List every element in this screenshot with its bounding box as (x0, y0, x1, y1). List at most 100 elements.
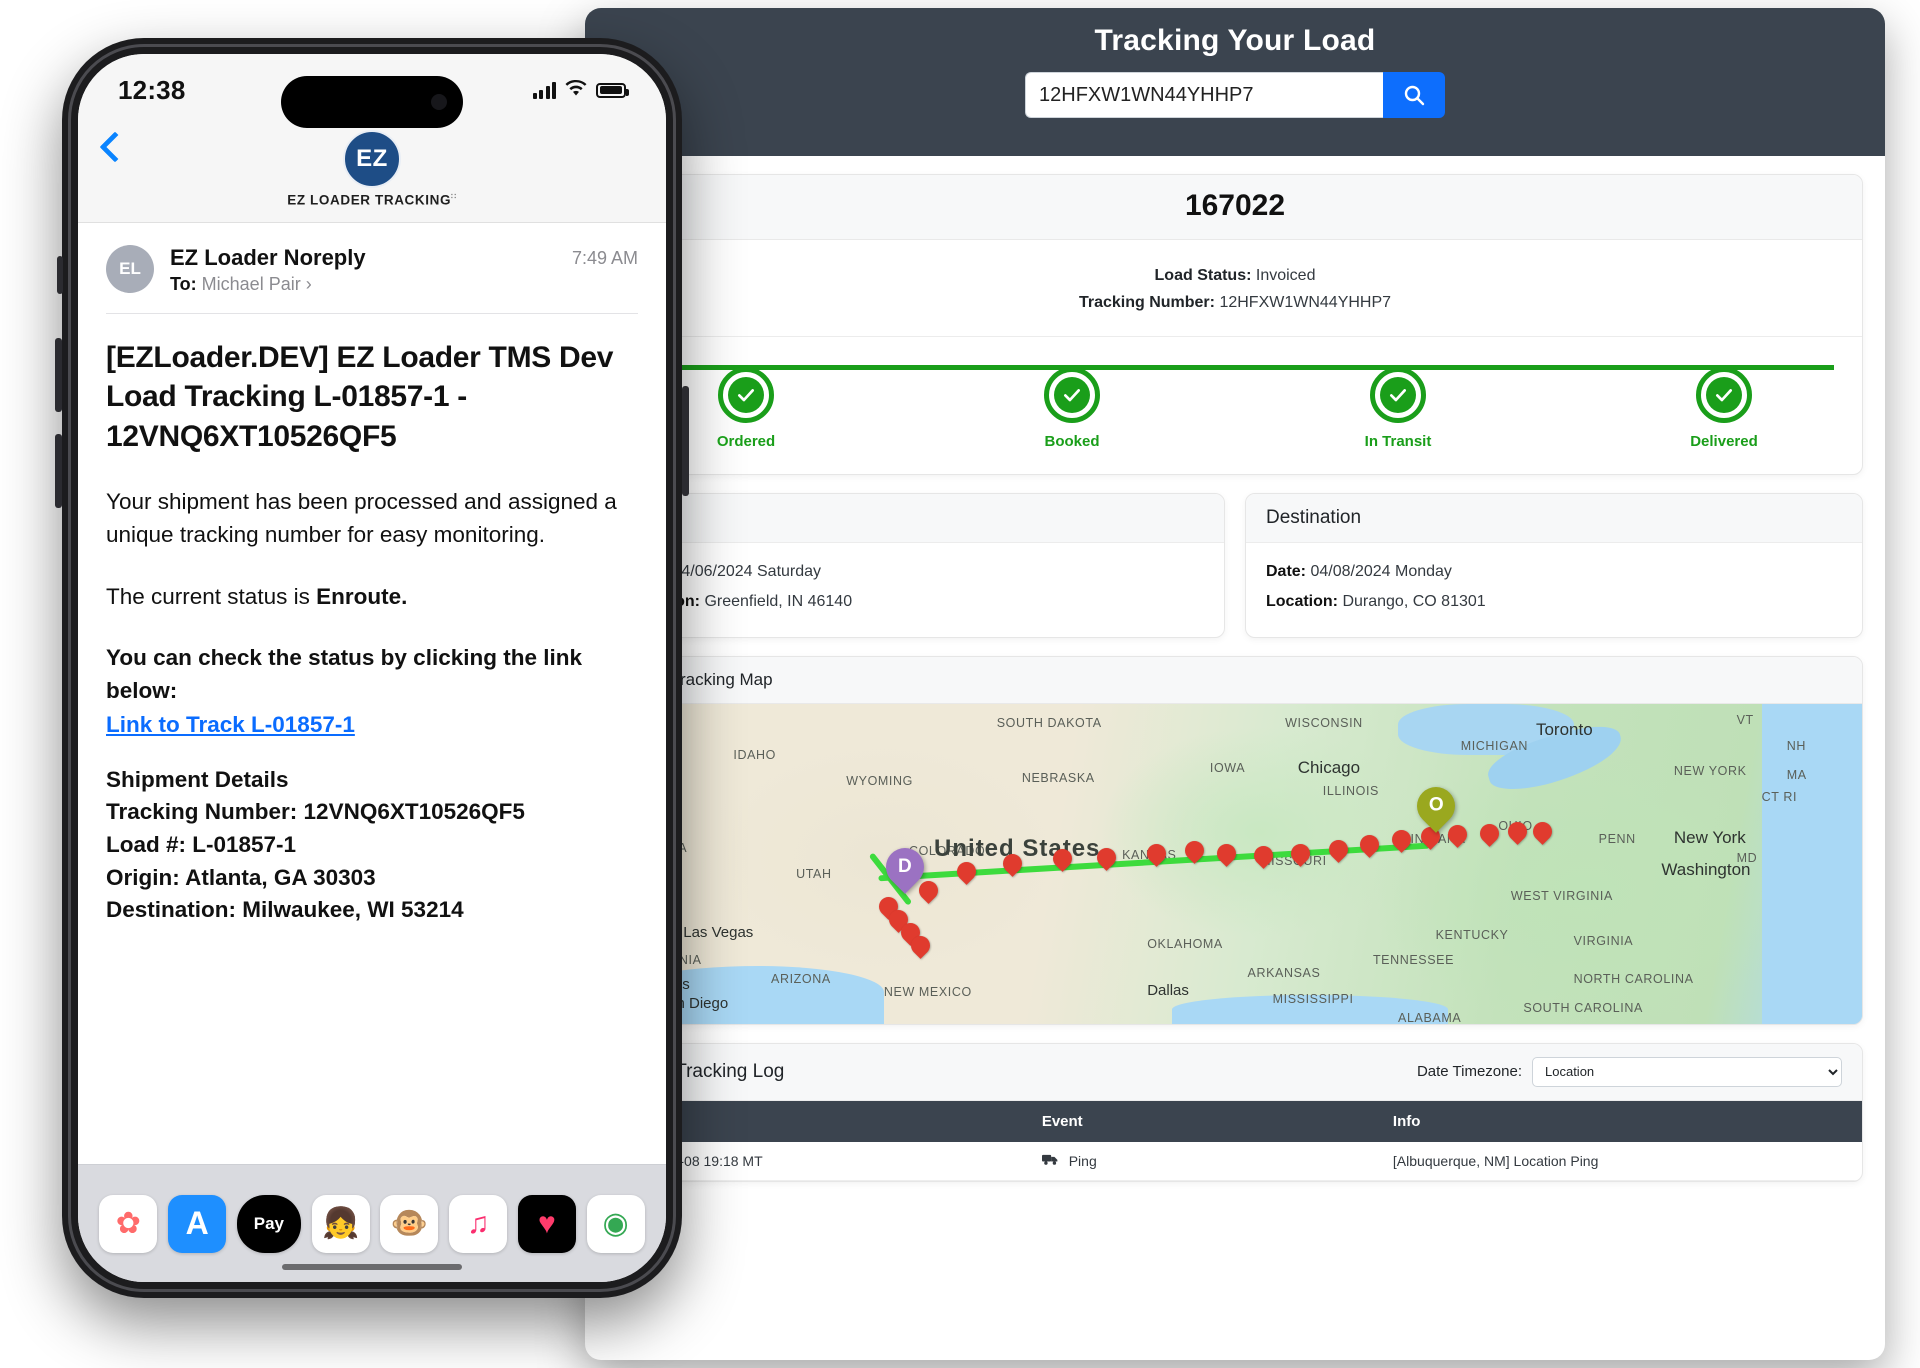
status-summary: Load Status: Invoiced Tracking Number: 1… (608, 240, 1862, 322)
map-city-label: Chicago (1297, 757, 1361, 777)
cellular-bars-icon (532, 81, 556, 99)
track-link[interactable]: Link to Track L-01857-1 (106, 712, 355, 738)
progress-step-in-transit[interactable]: In Transit (1338, 367, 1458, 450)
shipment-details: Shipment Details Tracking Number: 12VNQ6… (106, 764, 638, 927)
check-circle-icon (718, 367, 774, 424)
shipment-detail-tracking-number: Tracking Number: 12VNQ6XT10526QF5 (106, 799, 525, 825)
mail-body: [EZLoader.DEV] EZ Loader TMS Dev Load Tr… (78, 314, 666, 937)
map-state-label: NH (1786, 738, 1807, 753)
origin-date-value: 04/06/2024 Saturday (672, 563, 822, 581)
load-tracking-log-card: Load Tracking Log Date Timezone: Locatio… (607, 1042, 1863, 1182)
memoji-monkey-icon[interactable]: 🐵 (380, 1194, 439, 1253)
map-state-label: VT (1736, 713, 1754, 728)
recipient-row[interactable]: To: Michael Pair › (170, 274, 556, 295)
tracking-number-value: 12HFXW1WN44YHHP7 (1219, 294, 1392, 312)
destination-card: Destination Date: 04/08/2024 Monday Loca… (1245, 493, 1863, 638)
map-state-label: ARKANSAS (1247, 965, 1321, 980)
map-origin-marker-label: O (1428, 794, 1444, 816)
shipment-detail-origin: Origin: Atlanta, GA 30303 (106, 864, 376, 890)
chrome-icon[interactable]: ◉ (586, 1194, 645, 1253)
tracking-number-search-input[interactable] (1025, 72, 1383, 118)
silence-switch[interactable] (57, 256, 63, 294)
check-circle-icon (1696, 367, 1752, 424)
destination-location-value: Durango, CO 81301 (1342, 592, 1486, 610)
map-state-label: SOUTH CAROLINA (1523, 1001, 1643, 1016)
tracking-number-label: Tracking Number: (1078, 294, 1215, 312)
page-title: Tracking Your Load (1094, 24, 1376, 57)
mail-cta-text: You can check the status by clicking the… (106, 641, 638, 708)
search-button[interactable] (1383, 72, 1445, 118)
shipment-detail-destination: Destination: Milwaukee, WI 53214 (106, 897, 464, 923)
map-city-label: Washington (1661, 860, 1751, 880)
map-city-label: Las Vegas (683, 924, 754, 942)
origin-destination-row: Origin Date: 04/06/2024 Saturday Locatio… (607, 493, 1863, 638)
tracking-map[interactable]: IDAHO WYOMING SOUTH DAKOTA WISCONSIN MIC… (608, 703, 1862, 1024)
mail-nav-bar: EZ EZ LOADER TRACKING∷ (78, 126, 666, 223)
map-state-label: IDAHO (733, 748, 776, 763)
check-circle-icon (1044, 367, 1100, 424)
map-city-label: Toronto (1535, 719, 1593, 739)
apple-pay-icon[interactable]: Pay (236, 1194, 301, 1253)
map-city-label: New York (1673, 828, 1746, 848)
status-prefix: The current status is (106, 583, 317, 609)
load-tracking-web-app: Tracking Your Load 167022 (585, 8, 1885, 1360)
progress-step-delivered[interactable]: Delivered (1664, 367, 1784, 450)
map-card-title: Load Tracking Map (608, 656, 1862, 704)
music-icon[interactable]: ♫ (449, 1194, 508, 1253)
mail-status-line: The current status is Enroute. (106, 580, 638, 613)
ez-loader-logo: EZ (343, 130, 401, 188)
dynamic-island (281, 76, 463, 128)
map-state-label: OKLAHOMA (1147, 937, 1223, 952)
destination-date-label: Date: (1266, 563, 1307, 581)
volume-down-button[interactable] (55, 434, 62, 508)
progress-tracker: Ordered Booked In Transit Delivered (608, 336, 1862, 474)
date-timezone-select[interactable]: Location UTC Local (1532, 1056, 1842, 1087)
status-bar-time: 12:38 (118, 74, 186, 105)
mail-sender-row[interactable]: EL EZ Loader Noreply To: Michael Pair › … (78, 223, 666, 313)
map-state-label: WEST VIRGINIA (1510, 889, 1613, 904)
health-icon[interactable]: ♥ (517, 1194, 576, 1253)
table-row[interactable]: 2024-04-08 19:18 MT Ping [Albuquerque, N… (608, 1141, 1862, 1181)
map-state-label: MA (1786, 767, 1807, 782)
destination-date-line: Date: 04/08/2024 Monday (1266, 557, 1842, 587)
shipment-detail-load-number: Load #: L-01857-1 (106, 831, 297, 857)
map-city-label: Dallas (1147, 981, 1189, 999)
progress-step-label: Delivered (1690, 433, 1758, 451)
progress-step-label: In Transit (1364, 433, 1432, 451)
volume-up-button[interactable] (55, 338, 62, 412)
progress-step-ordered[interactable]: Ordered (686, 367, 806, 450)
app-store-icon[interactable]: A (168, 1194, 227, 1253)
map-state-label: TENNESSEE (1372, 953, 1455, 968)
column-header-info[interactable]: Info (1372, 1100, 1862, 1142)
origin-date-line: Date: 04/06/2024 Saturday (628, 557, 1204, 587)
map-state-label: NORTH CAROLINA (1573, 972, 1694, 987)
home-indicator (282, 1264, 462, 1270)
map-state-label: ILLINOIS (1322, 783, 1379, 798)
memoji-girl-icon[interactable]: 👧 (311, 1194, 370, 1253)
wifi-icon (565, 79, 587, 101)
mail-paragraph-1: Your shipment has been processed and ass… (106, 489, 617, 548)
shipment-details-title: Shipment Details (106, 766, 289, 792)
load-status-line: Load Status: Invoiced (608, 262, 1862, 289)
battery-icon (596, 82, 629, 98)
log-event-cell: Ping (1021, 1141, 1373, 1181)
brand-name-text: EZ LOADER TRACKING (287, 192, 452, 208)
map-state-label: PENN (1598, 831, 1636, 846)
map-state-label: NEW MEXICO (883, 985, 972, 1000)
check-circle-icon (1370, 367, 1426, 424)
cta-text: You can check the status by clicking the… (106, 645, 582, 704)
map-state-label: WISCONSIN (1285, 716, 1363, 731)
brand-name: EZ LOADER TRACKING∷ (106, 192, 638, 208)
destination-location-line: Location: Durango, CO 81301 (1266, 587, 1842, 617)
tracking-log-table: Date Event Info 2024-04-08 19:18 MT (608, 1100, 1862, 1181)
destination-card-title: Destination (1246, 494, 1862, 544)
origin-location-line: Location: Greenfield, IN 46140 (628, 587, 1204, 617)
load-summary-card: 167022 Load Status: Invoiced Tracking Nu… (607, 174, 1863, 476)
tracking-number-line: Tracking Number: 12HFXW1WN44YHHP7 (608, 289, 1862, 316)
origin-card-title: Origin (608, 494, 1224, 544)
column-header-event[interactable]: Event (1021, 1100, 1373, 1142)
map-state-label: NEW YORK (1673, 764, 1747, 779)
photos-icon[interactable]: ✿ (99, 1194, 158, 1253)
progress-step-booked[interactable]: Booked (1012, 367, 1132, 450)
status-value: Enroute. (316, 583, 408, 609)
